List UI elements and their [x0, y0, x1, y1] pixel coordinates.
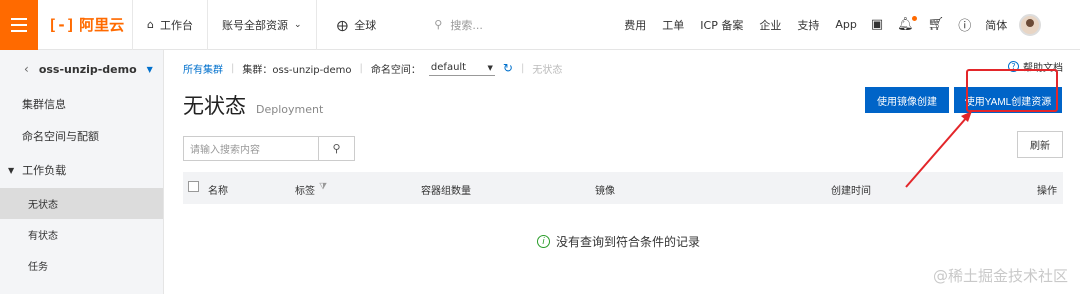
annotation-arrow	[905, 111, 972, 188]
annotation-arrow-line	[905, 116, 968, 188]
annotation-arrow-head	[961, 111, 972, 122]
watermark: @稀土掘金技术社区	[932, 267, 1068, 285]
